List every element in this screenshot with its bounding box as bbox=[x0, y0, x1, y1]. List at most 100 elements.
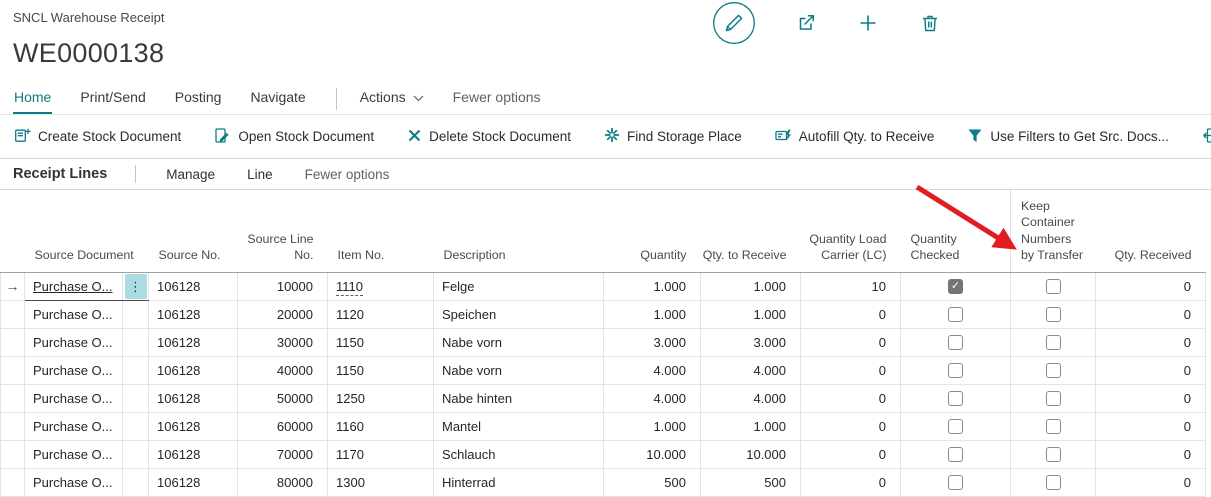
edit-button[interactable] bbox=[712, 1, 756, 48]
table-row[interactable]: Purchase O...106128200001120Speichen1.00… bbox=[1, 300, 1206, 328]
table-row[interactable]: Purchase O...106128500001250Nabe hinten4… bbox=[1, 384, 1206, 412]
keep-container-checkbox[interactable] bbox=[1046, 475, 1061, 490]
row-selector-cell[interactable] bbox=[1, 412, 25, 440]
source-line-no-cell[interactable]: 10000 bbox=[238, 272, 328, 300]
quantity-checked-checkbox[interactable] bbox=[948, 307, 963, 322]
source-document-link[interactable]: Purchase O... bbox=[33, 279, 112, 294]
quantity-cell[interactable]: 4.000 bbox=[604, 384, 701, 412]
source-document-link[interactable]: Purchase O... bbox=[33, 335, 112, 350]
keep-container-cell[interactable] bbox=[1011, 440, 1096, 468]
quantity-checked-cell[interactable]: ✓ bbox=[901, 272, 1011, 300]
row-menu-cell[interactable] bbox=[123, 468, 149, 496]
item-no-cell[interactable]: 1160 bbox=[328, 412, 434, 440]
source-no-cell[interactable]: 106128 bbox=[149, 412, 238, 440]
qty-to-receive-cell[interactable]: 3.000 bbox=[701, 328, 801, 356]
delete-stock-document-button[interactable]: Delete Stock Document bbox=[407, 128, 571, 146]
tab-actions[interactable]: Actions bbox=[359, 89, 425, 114]
source-document-cell[interactable]: Purchase O... bbox=[25, 440, 123, 468]
qty-to-receive-cell[interactable]: 4.000 bbox=[701, 356, 801, 384]
quantity-cell[interactable]: 1.000 bbox=[604, 300, 701, 328]
row-selector-cell[interactable] bbox=[1, 384, 25, 412]
qty-to-receive-cell[interactable]: 1.000 bbox=[701, 300, 801, 328]
row-selector-cell[interactable]: → bbox=[1, 272, 25, 300]
quantity-cell[interactable]: 4.000 bbox=[604, 356, 701, 384]
source-document-cell[interactable]: Purchase O... bbox=[25, 412, 123, 440]
source-line-no-cell[interactable]: 80000 bbox=[238, 468, 328, 496]
description-cell[interactable]: Felge bbox=[434, 272, 604, 300]
quantity-cell[interactable]: 1.000 bbox=[604, 272, 701, 300]
quantity-cell[interactable]: 1.000 bbox=[604, 412, 701, 440]
source-no-cell[interactable]: 106128 bbox=[149, 468, 238, 496]
keep-container-cell[interactable] bbox=[1011, 356, 1096, 384]
qty-received-cell[interactable]: 0 bbox=[1096, 272, 1206, 300]
quantity-checked-checkbox[interactable]: ✓ bbox=[948, 279, 963, 294]
col-quantity-checked[interactable]: Quantity Checked bbox=[901, 190, 1011, 272]
item-no-link[interactable]: 1170 bbox=[336, 447, 364, 462]
qty-received-cell[interactable]: 0 bbox=[1096, 300, 1206, 328]
keep-container-cell[interactable] bbox=[1011, 468, 1096, 496]
quantity-cell[interactable]: 10.000 bbox=[604, 440, 701, 468]
delete-button[interactable] bbox=[918, 11, 942, 38]
col-description[interactable]: Description bbox=[434, 190, 604, 272]
source-document-cell[interactable]: Purchase O... bbox=[25, 328, 123, 356]
item-no-link[interactable]: 1300 bbox=[336, 475, 365, 490]
qty-received-cell[interactable]: 0 bbox=[1096, 356, 1206, 384]
qty-received-cell[interactable]: 0 bbox=[1096, 440, 1206, 468]
open-stock-document-button[interactable]: Open Stock Document bbox=[214, 127, 374, 147]
source-no-cell[interactable]: 106128 bbox=[149, 356, 238, 384]
source-document-link[interactable]: Purchase O... bbox=[33, 475, 112, 490]
lines-fewer-options[interactable]: Fewer options bbox=[305, 167, 390, 182]
source-document-cell[interactable]: Purchase O... bbox=[25, 356, 123, 384]
autofill-qty-button[interactable]: Autofill Qty. to Receive bbox=[775, 127, 935, 147]
quantity-checked-cell[interactable] bbox=[901, 468, 1011, 496]
source-line-no-cell[interactable]: 60000 bbox=[238, 412, 328, 440]
quantity-checked-cell[interactable] bbox=[901, 384, 1011, 412]
qty-load-carrier-cell[interactable]: 0 bbox=[801, 300, 901, 328]
get-source-documents-button[interactable]: Get S bbox=[1202, 127, 1211, 147]
item-no-cell[interactable]: 1250 bbox=[328, 384, 434, 412]
source-document-cell[interactable]: Purchase O... bbox=[25, 468, 123, 496]
item-no-cell[interactable]: 1120 bbox=[328, 300, 434, 328]
qty-load-carrier-cell[interactable]: 0 bbox=[801, 356, 901, 384]
quantity-checked-checkbox[interactable] bbox=[948, 447, 963, 462]
description-cell[interactable]: Speichen bbox=[434, 300, 604, 328]
row-selector-cell[interactable] bbox=[1, 468, 25, 496]
row-context-menu-button[interactable]: ⋮ bbox=[125, 274, 147, 299]
row-selector-cell[interactable] bbox=[1, 356, 25, 384]
col-source-line-no[interactable]: Source Line No. bbox=[238, 190, 328, 272]
source-line-no-cell[interactable]: 30000 bbox=[238, 328, 328, 356]
row-menu-cell[interactable]: ⋮ bbox=[123, 272, 149, 300]
keep-container-checkbox[interactable] bbox=[1046, 307, 1061, 322]
row-menu-cell[interactable] bbox=[123, 356, 149, 384]
source-no-cell[interactable]: 106128 bbox=[149, 328, 238, 356]
row-menu-cell[interactable] bbox=[123, 440, 149, 468]
source-line-no-cell[interactable]: 50000 bbox=[238, 384, 328, 412]
qty-received-cell[interactable]: 0 bbox=[1096, 384, 1206, 412]
lines-menu-line[interactable]: Line bbox=[247, 167, 273, 182]
keep-container-checkbox[interactable] bbox=[1046, 391, 1061, 406]
row-menu-cell[interactable] bbox=[123, 300, 149, 328]
lines-menu-manage[interactable]: Manage bbox=[166, 167, 215, 182]
col-source-document[interactable]: Source Document bbox=[25, 190, 149, 272]
item-no-cell[interactable]: 1150 bbox=[328, 328, 434, 356]
item-no-cell[interactable]: 1170 bbox=[328, 440, 434, 468]
tab-print-send[interactable]: Print/Send bbox=[79, 89, 146, 114]
col-keep-container-numbers[interactable]: Keep Container Numbers by Transfer bbox=[1011, 190, 1096, 272]
quantity-checked-cell[interactable] bbox=[901, 412, 1011, 440]
keep-container-checkbox[interactable] bbox=[1046, 419, 1061, 434]
source-document-link[interactable]: Purchase O... bbox=[33, 391, 112, 406]
item-no-link[interactable]: 1150 bbox=[336, 363, 364, 378]
col-qty-to-receive[interactable]: Qty. to Receive bbox=[701, 190, 801, 272]
qty-load-carrier-cell[interactable]: 0 bbox=[801, 384, 901, 412]
item-no-link[interactable]: 1160 bbox=[336, 419, 364, 434]
table-row[interactable]: Purchase O...106128600001160Mantel1.0001… bbox=[1, 412, 1206, 440]
source-no-cell[interactable]: 106128 bbox=[149, 300, 238, 328]
qty-load-carrier-cell[interactable]: 0 bbox=[801, 468, 901, 496]
description-cell[interactable]: Mantel bbox=[434, 412, 604, 440]
keep-container-checkbox[interactable] bbox=[1046, 335, 1061, 350]
item-no-cell[interactable]: 1300 bbox=[328, 468, 434, 496]
col-qty-received[interactable]: Qty. Received bbox=[1096, 190, 1206, 272]
source-no-cell[interactable]: 106128 bbox=[149, 272, 238, 300]
quantity-checked-cell[interactable] bbox=[901, 300, 1011, 328]
source-document-link[interactable]: Purchase O... bbox=[33, 447, 112, 462]
